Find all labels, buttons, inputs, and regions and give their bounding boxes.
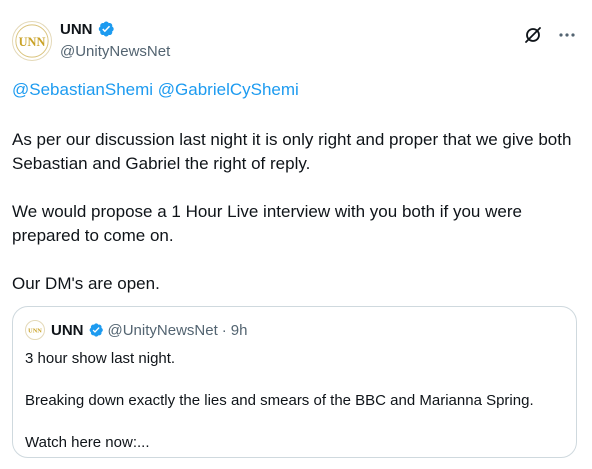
- avatar[interactable]: UNN: [12, 21, 52, 61]
- quoted-paragraph: Breaking down exactly the lies and smear…: [25, 392, 534, 409]
- grok-button[interactable]: [522, 24, 544, 46]
- more-options-icon: [559, 33, 575, 37]
- unn-logo-icon: UNN: [28, 328, 42, 335]
- author-display-name[interactable]: UNN: [60, 21, 93, 38]
- quoted-tweet-text: 3 hour show last night. Breaking down ex…: [25, 349, 565, 469]
- tweet-text: As per our discussion last night it is o…: [12, 128, 572, 320]
- svg-text:UNN: UNN: [28, 328, 42, 335]
- quoted-tweet-card[interactable]: UNN UNN @UnityNewsNet · 9h 3 hour show l…: [12, 306, 577, 458]
- more-options-button[interactable]: [556, 24, 578, 46]
- tweet-header-actions: [522, 24, 578, 46]
- tweet-mentions: @SebastianShemi @GabrielCyShemi: [12, 80, 299, 100]
- quoted-handle: @UnityNewsNet: [107, 321, 218, 339]
- tweet-paragraph: We would propose a 1 Hour Live interview…: [12, 202, 522, 245]
- separator-dot: ·: [221, 321, 227, 339]
- quoted-display-name: UNN: [51, 321, 84, 339]
- verified-badge-icon: [89, 323, 103, 337]
- mention-link[interactable]: @GabrielCyShemi: [158, 80, 299, 99]
- quoted-avatar: UNN: [25, 320, 45, 340]
- tweet-paragraph: Our DM's are open.: [12, 274, 160, 293]
- quoted-tweet-header: UNN UNN @UnityNewsNet · 9h: [25, 320, 247, 340]
- quoted-paragraph: Watch here now:...: [25, 434, 150, 451]
- author-handle[interactable]: @UnityNewsNet: [60, 43, 170, 60]
- quoted-paragraph: 3 hour show last night.: [25, 350, 176, 367]
- grok-icon: [525, 27, 541, 43]
- mention-link[interactable]: @SebastianShemi: [12, 80, 153, 99]
- quoted-timestamp[interactable]: 9h: [231, 322, 248, 339]
- author-name-row: UNN: [60, 20, 115, 38]
- verified-badge-icon: [98, 21, 114, 37]
- svg-text:UNN: UNN: [19, 35, 46, 49]
- unn-logo-icon: UNN: [15, 24, 49, 58]
- tweet-paragraph: As per our discussion last night it is o…: [12, 130, 572, 173]
